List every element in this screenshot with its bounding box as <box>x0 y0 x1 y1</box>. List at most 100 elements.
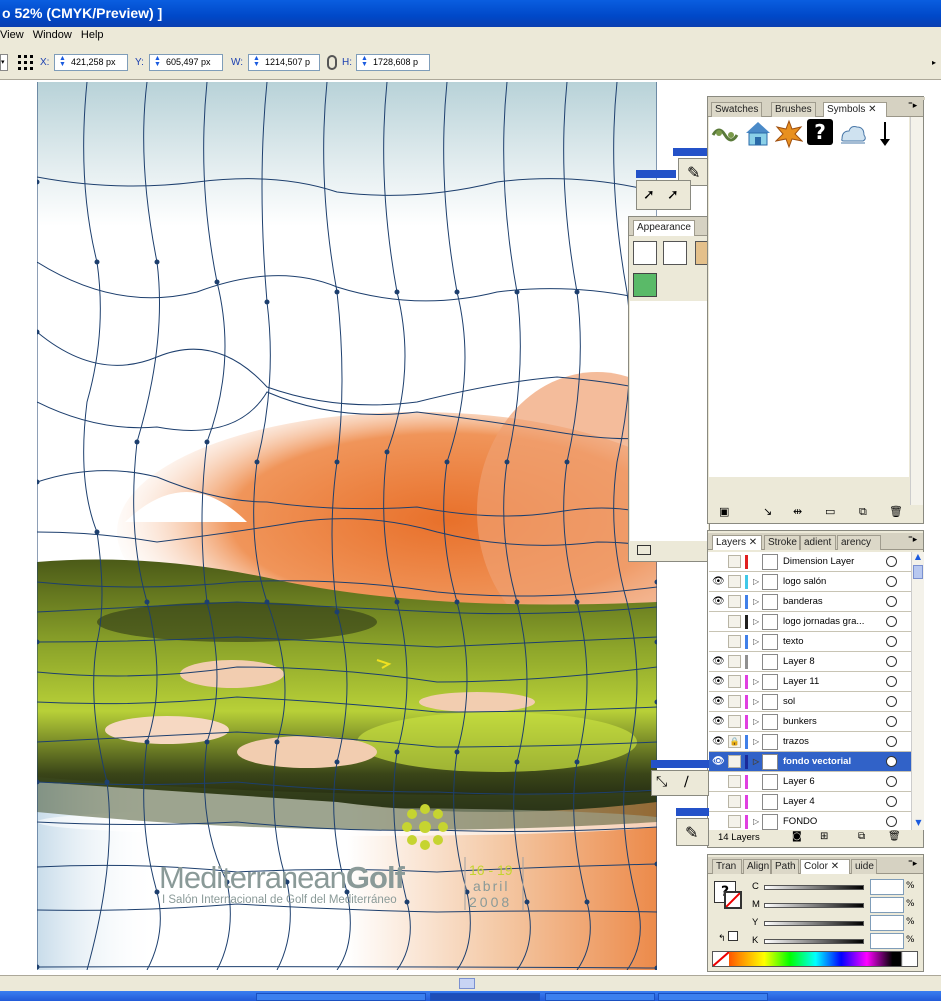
symbols-scrollbar[interactable] <box>910 117 923 505</box>
expand-triangle-icon[interactable]: ▷ <box>753 612 759 631</box>
control-bar-menu-icon[interactable]: ▸ <box>932 58 940 68</box>
lock-toggle[interactable] <box>728 795 741 808</box>
channel-input[interactable] <box>870 879 904 895</box>
lock-toggle[interactable] <box>728 755 741 768</box>
channel-slider[interactable] <box>764 939 864 944</box>
expand-triangle-icon[interactable]: ▷ <box>753 712 759 731</box>
visibility-toggle[interactable] <box>712 796 724 807</box>
y-field[interactable]: ▲ ▼ 605,497 px <box>149 54 223 71</box>
tool-panel-header[interactable] <box>673 148 709 156</box>
layer-row[interactable]: Layer 6 <box>709 772 911 792</box>
channel-input[interactable] <box>870 915 904 931</box>
close-tab-icon[interactable]: ✕ <box>749 537 757 548</box>
lock-toggle[interactable] <box>728 615 741 628</box>
lock-icon[interactable]: 🔒 <box>728 735 741 748</box>
delete-symbol-icon[interactable]: 🗑 <box>889 505 903 518</box>
target-icon[interactable] <box>886 736 897 747</box>
eye-icon[interactable]: 👁 <box>712 736 725 747</box>
eye-icon[interactable]: 👁 <box>712 676 725 687</box>
eye-icon[interactable]: 👁 <box>712 596 725 607</box>
horizontal-scroll-thumb[interactable] <box>459 978 475 989</box>
appearance-green-swatch[interactable] <box>633 273 657 297</box>
tab-stroke[interactable]: Stroke <box>764 535 800 550</box>
pencil-icon[interactable]: ✎ <box>685 823 698 842</box>
target-icon[interactable] <box>886 676 897 687</box>
layer-row[interactable]: Dimension Layer <box>709 552 911 572</box>
tab-transform[interactable]: Tran <box>712 859 742 874</box>
expand-triangle-icon[interactable]: ▷ <box>753 592 759 611</box>
target-icon[interactable] <box>886 596 897 607</box>
delete-layer-icon[interactable]: 🗑 <box>888 831 901 842</box>
target-icon[interactable] <box>886 716 897 727</box>
layer-row[interactable]: ▷ texto <box>709 632 911 652</box>
lock-toggle[interactable] <box>728 695 741 708</box>
tab-appearance[interactable]: Appearance <box>633 220 695 236</box>
select-tools-header[interactable] <box>636 170 676 178</box>
default-colors-icon[interactable]: ↰ <box>718 931 742 945</box>
eye-icon[interactable]: 👁 <box>712 656 725 667</box>
shrink-icon[interactable]: ⤡ <box>656 774 667 790</box>
layer-row[interactable]: 👁 Layer 8 <box>709 652 911 672</box>
target-icon[interactable] <box>886 776 897 787</box>
color-spectrum-bar[interactable] <box>712 951 918 967</box>
none-color-icon[interactable] <box>712 951 730 967</box>
selection-dropdown[interactable]: ▾ <box>0 54 8 71</box>
menu-window[interactable]: Window <box>33 27 78 44</box>
h-field[interactable]: ▲ ▼ 1728,608 p <box>356 54 430 71</box>
channel-input[interactable] <box>870 933 904 949</box>
select-tools-panel[interactable]: ➚ ➚ <box>636 180 691 210</box>
panel-menu-icon[interactable]: ⁼▸ <box>908 535 917 545</box>
scroll-down-icon[interactable]: ▼ <box>912 818 925 830</box>
layer-row[interactable]: Layer 4 <box>709 792 911 812</box>
target-icon[interactable] <box>886 696 897 707</box>
tab-pathfinder[interactable]: Path <box>771 859 799 874</box>
lock-toggle[interactable] <box>728 775 741 788</box>
scroll-thumb[interactable] <box>913 565 923 579</box>
y-spinner-icon[interactable]: ▲ ▼ <box>152 55 163 69</box>
appearance-fill-swatch[interactable] <box>633 241 657 265</box>
visibility-toggle[interactable] <box>712 636 724 647</box>
lock-toggle[interactable] <box>728 575 741 588</box>
target-icon[interactable] <box>886 796 897 807</box>
artboard[interactable]: MediterraneanGolf I Salón Internacional … <box>37 82 657 970</box>
channel-slider[interactable] <box>764 903 864 908</box>
lock-toggle[interactable] <box>728 815 741 828</box>
expand-triangle-icon[interactable]: ▷ <box>753 632 759 651</box>
visibility-toggle[interactable] <box>712 816 724 827</box>
layers-scrollbar[interactable]: ▲ ▼ <box>911 552 924 830</box>
layer-row[interactable]: ▷ logo jornadas gra... <box>709 612 911 632</box>
layer-row[interactable]: 👁 ▷ banderas <box>709 592 911 612</box>
tab-swatches[interactable]: Swatches <box>711 102 763 117</box>
house-symbol[interactable] <box>744 119 772 149</box>
stroke-swatch[interactable] <box>724 891 742 909</box>
panel-menu-icon[interactable]: ⁼▸ <box>908 101 917 111</box>
lock-toggle[interactable] <box>728 715 741 728</box>
target-icon[interactable] <box>886 616 897 627</box>
channel-slider[interactable] <box>764 885 864 890</box>
target-icon[interactable] <box>886 756 897 767</box>
tab-brushes[interactable]: Brushes <box>771 102 816 117</box>
knife-icon[interactable]: ∕ <box>684 774 689 790</box>
eye-icon[interactable]: 👁 <box>712 576 725 587</box>
expand-triangle-icon[interactable]: ▷ <box>753 692 759 711</box>
lock-toggle[interactable] <box>728 595 741 608</box>
eye-icon[interactable]: 👁 <box>712 716 725 727</box>
arrow-symbol[interactable] <box>871 119 899 149</box>
tool-panel-header[interactable] <box>651 760 709 768</box>
constrain-link-icon[interactable] <box>327 55 337 70</box>
target-icon[interactable] <box>886 576 897 587</box>
make-clipping-mask-icon[interactable]: ◙ <box>792 831 802 842</box>
tab-layers[interactable]: Layers ✕ <box>712 535 762 550</box>
pencil-tool-panel-2[interactable]: ✎ <box>676 818 709 846</box>
expand-triangle-icon[interactable]: ▷ <box>753 812 759 830</box>
symbol-libraries-icon[interactable]: ▣ <box>719 505 729 518</box>
expand-triangle-icon[interactable]: ▷ <box>753 732 759 751</box>
visibility-toggle[interactable] <box>712 776 724 787</box>
tab-align[interactable]: Align <box>743 859 771 874</box>
question-symbol[interactable]: ? <box>807 119 835 149</box>
target-icon[interactable] <box>886 656 897 667</box>
lock-toggle[interactable] <box>728 655 741 668</box>
w-field[interactable]: ▲ ▼ 1214,507 p <box>248 54 320 71</box>
w-spinner-icon[interactable]: ▲ ▼ <box>251 55 262 69</box>
cloud-symbol[interactable] <box>839 119 867 149</box>
